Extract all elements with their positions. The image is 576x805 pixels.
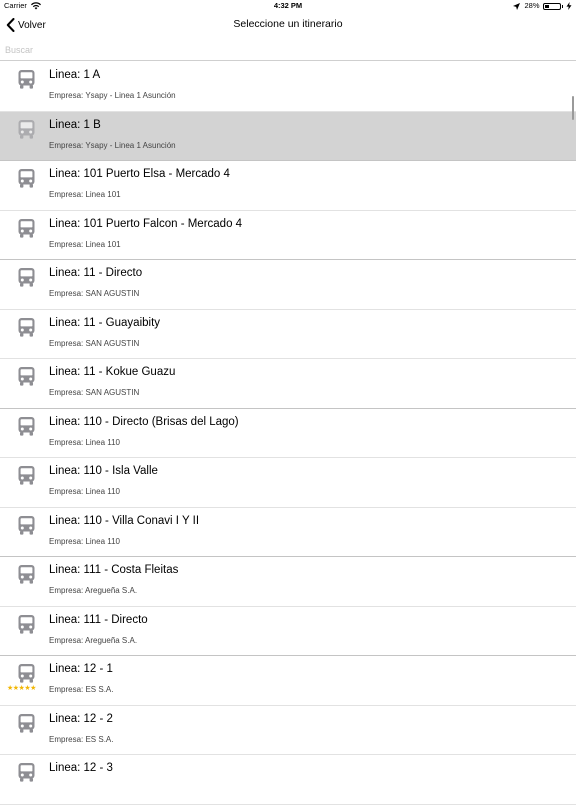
route-title: Linea: 11 - Guayaibity [49,316,161,329]
route-title: Linea: 110 - Isla Valle [49,465,158,477]
route-title: Linea: 101 Puerto Falcon - Mercado 4 [49,217,243,230]
bus-icon [18,713,35,733]
bus-icon [18,515,35,535]
route-title: Linea: 111 - Costa Fleitas [49,564,179,576]
bus-icon [18,70,35,89]
bus-icon [18,416,35,436]
route-company: Empresa: ES S.A. [49,734,114,744]
route-company: Empresa: SAN AGUSTIN [49,289,140,298]
route-row[interactable]: Linea: 101 Puerto Falcon - Mercado 4 Emp… [0,210,576,260]
status-right: 28% [513,0,572,12]
bus-icon [18,367,35,386]
route-row[interactable]: Linea: 12 - 3 [0,755,576,805]
route-title: Linea: 11 - Kokue Guazu [49,366,176,378]
bus-icon [18,218,35,238]
route-row[interactable]: Linea: 11 - Directo Empresa: SAN AGUSTIN [0,260,576,310]
route-list: Linea: 1 A Empresa: Ysapy - Linea 1 Asun… [0,62,576,805]
route-title: Linea: 1 B [49,118,101,131]
bus-icon [18,466,35,485]
scrollbar[interactable] [571,96,574,120]
bus-icon [18,763,35,782]
route-company: Empresa: Ysapy - Linea 1 Asunción [49,140,176,150]
route-company: Empresa: SAN AGUSTIN [49,388,140,397]
route-company: Empresa: Linea 110 [49,536,121,546]
route-title: Linea: 12 - 3 [49,762,113,774]
route-row[interactable]: Linea: 11 - Guayaibity Empresa: SAN AGUS… [0,309,576,359]
route-title: Linea: 1 A [49,69,101,81]
navigation-bar: Volver Seleccione un itinerario [0,12,576,38]
battery-level-fill [544,4,549,8]
bus-icon [18,317,35,337]
route-row[interactable]: Linea: 11 - Kokue Guazu Empresa: SAN AGU… [0,359,576,409]
route-company: Empresa: ES S.A. [49,685,114,694]
status-bar: Carrier 4:32 PM 28% [0,0,576,12]
route-company: Empresa: Linea 110 [49,437,121,447]
battery-percent: 28% [524,1,540,10]
route-company: Empresa: SAN AGUSTIN [49,338,140,348]
route-row[interactable]: Linea: 12 - 2 Empresa: ES S.A. [0,705,576,755]
page-title: Seleccione un itinerario [233,18,343,30]
bus-icon [18,119,35,139]
bus-icon [18,169,35,188]
bus-icon [18,664,35,683]
location-arrow-icon [513,2,521,10]
route-row[interactable]: Linea: 111 - Costa Fleitas Empresa: Areg… [0,557,576,607]
route-row[interactable]: Linea: 12 - 1 Empresa: ES S.A. ★★★★★ [0,656,576,706]
route-row[interactable]: Linea: 110 - Directo (Brisas del Lago) E… [0,408,576,458]
route-company: Empresa: Linea 101 [49,190,121,199]
route-title: Linea: 110 - Villa Conavi I Y II [49,514,200,527]
route-row[interactable]: Linea: 110 - Villa Conavi I Y II Empresa… [0,507,576,557]
route-row[interactable]: Linea: 1 A Empresa: Ysapy - Linea 1 Asun… [0,62,576,112]
route-company: Empresa: Linea 110 [49,487,121,496]
route-title: Linea: 101 Puerto Elsa - Mercado 4 [49,168,230,180]
search-input[interactable] [5,41,565,59]
bus-icon [18,565,35,584]
charging-bolt-icon [566,2,572,10]
battery-nub [561,4,563,8]
rating-stars: ★★★★★ [7,685,36,692]
route-company: Empresa: Aregueña S.A. [49,635,138,645]
route-row[interactable]: Linea: 1 B Empresa: Ysapy - Linea 1 Asun… [0,111,576,161]
route-row[interactable]: Linea: 111 - Directo Empresa: Aregueña S… [0,606,576,656]
bus-icon [18,614,35,634]
route-company: Empresa: Aregueña S.A. [49,586,138,595]
route-row[interactable]: Linea: 110 - Isla Valle Empresa: Linea 1… [0,458,576,508]
route-company: Empresa: Linea 101 [49,239,121,249]
status-time: 4:32 PM [273,1,303,10]
battery-icon [542,2,561,10]
route-title: Linea: 11 - Directo [49,267,143,279]
route-row[interactable]: Linea: 101 Puerto Elsa - Mercado 4 Empre… [0,161,576,211]
route-title: Linea: 12 - 1 [49,663,113,675]
route-title: Linea: 111 - Directo [49,613,148,626]
search-bar [0,40,576,61]
bus-icon [18,268,35,287]
route-title: Linea: 12 - 2 [49,712,113,725]
route-company: Empresa: Ysapy - Linea 1 Asunción [49,91,176,100]
route-title: Linea: 110 - Directo (Brisas del Lago) [49,415,239,428]
